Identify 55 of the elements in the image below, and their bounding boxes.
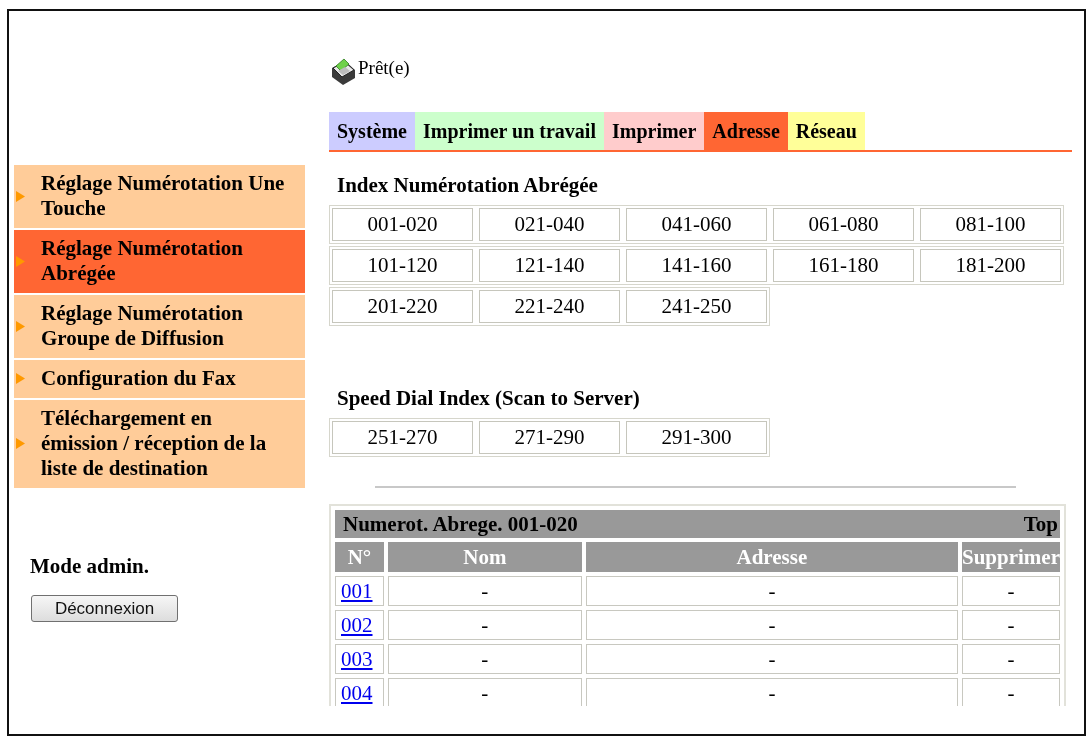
index-range-link[interactable]: 201-220 (332, 290, 473, 323)
admin-mode-label: Mode admin. (29, 554, 150, 578)
index-range-link[interactable]: 291-300 (626, 421, 767, 454)
table-cell: - (585, 576, 958, 606)
table-cell: - (961, 678, 1060, 706)
table-cell: - (387, 576, 582, 606)
index-range-link[interactable]: 061-080 (773, 208, 914, 241)
nav-tab[interactable]: Imprimer (603, 112, 705, 150)
table-cell: - (961, 644, 1060, 674)
table-cell: - (961, 610, 1060, 640)
index-range-link[interactable]: 161-180 (773, 249, 914, 282)
index-range-link[interactable]: 021-040 (479, 208, 620, 241)
table-cell: - (585, 610, 958, 640)
section-title: Index Numérotation Abrégée (336, 173, 599, 197)
top-link[interactable]: Top (1023, 511, 1058, 537)
table-cell: - (961, 576, 1060, 606)
table-cell: - (585, 678, 958, 706)
sidebar-item[interactable]: Réglage Numérotation Abrégée (14, 230, 305, 293)
nav-tab[interactable]: Réseau (787, 112, 865, 150)
table-title: Numerot. Abrege. 001-020 (343, 511, 578, 537)
table-cell: - (387, 610, 582, 640)
section-title: Speed Dial Index (Scan to Server) (336, 386, 641, 410)
index-range-link[interactable]: 101-120 (332, 249, 473, 282)
printer-icon (330, 56, 357, 86)
index-range-link[interactable]: 121-140 (479, 249, 620, 282)
logout-button[interactable]: Déconnexion (31, 595, 178, 622)
nav-tab[interactable]: Imprimer un travail (415, 112, 604, 150)
nav-tab[interactable]: Système (329, 112, 415, 150)
sidebar-item[interactable]: Réglage Numérotation Groupe de Diffusion (14, 295, 305, 358)
sidebar-item[interactable]: Réglage Numérotation Une Touche (14, 165, 305, 228)
column-header: N° (335, 542, 384, 572)
index-range-link[interactable]: 081-100 (920, 208, 1061, 241)
index-range-link[interactable]: 271-290 (479, 421, 620, 454)
sidebar-item[interactable]: Téléchargement en émission / réception de la liste de destination (14, 400, 305, 488)
status-text: Prêt(e) (358, 57, 410, 79)
index-range-link[interactable]: 251-270 (332, 421, 473, 454)
triangle-icon (16, 438, 25, 449)
index-range-link[interactable]: 241-250 (626, 290, 767, 323)
index-range-link[interactable]: 001-020 (332, 208, 473, 241)
triangle-icon (16, 320, 25, 332)
table-cell: - (387, 678, 582, 706)
triangle-icon (16, 255, 25, 267)
triangle-icon (16, 190, 25, 202)
index-range-link[interactable]: 181-200 (920, 249, 1061, 282)
column-header: Adresse (585, 542, 958, 572)
table-cell: - (585, 644, 958, 674)
triangle-icon (16, 373, 25, 384)
column-header: Nom (387, 542, 582, 572)
table-cell: - (387, 644, 582, 674)
column-header: Supprimer (961, 542, 1060, 572)
index-range-link[interactable]: 041-060 (626, 208, 767, 241)
index-range-link[interactable]: 221-240 (479, 290, 620, 323)
index-range-link[interactable]: 141-160 (626, 249, 767, 282)
nav-tab[interactable]: Adresse (704, 112, 788, 150)
sidebar-item[interactable]: Configuration du Fax (14, 360, 305, 398)
